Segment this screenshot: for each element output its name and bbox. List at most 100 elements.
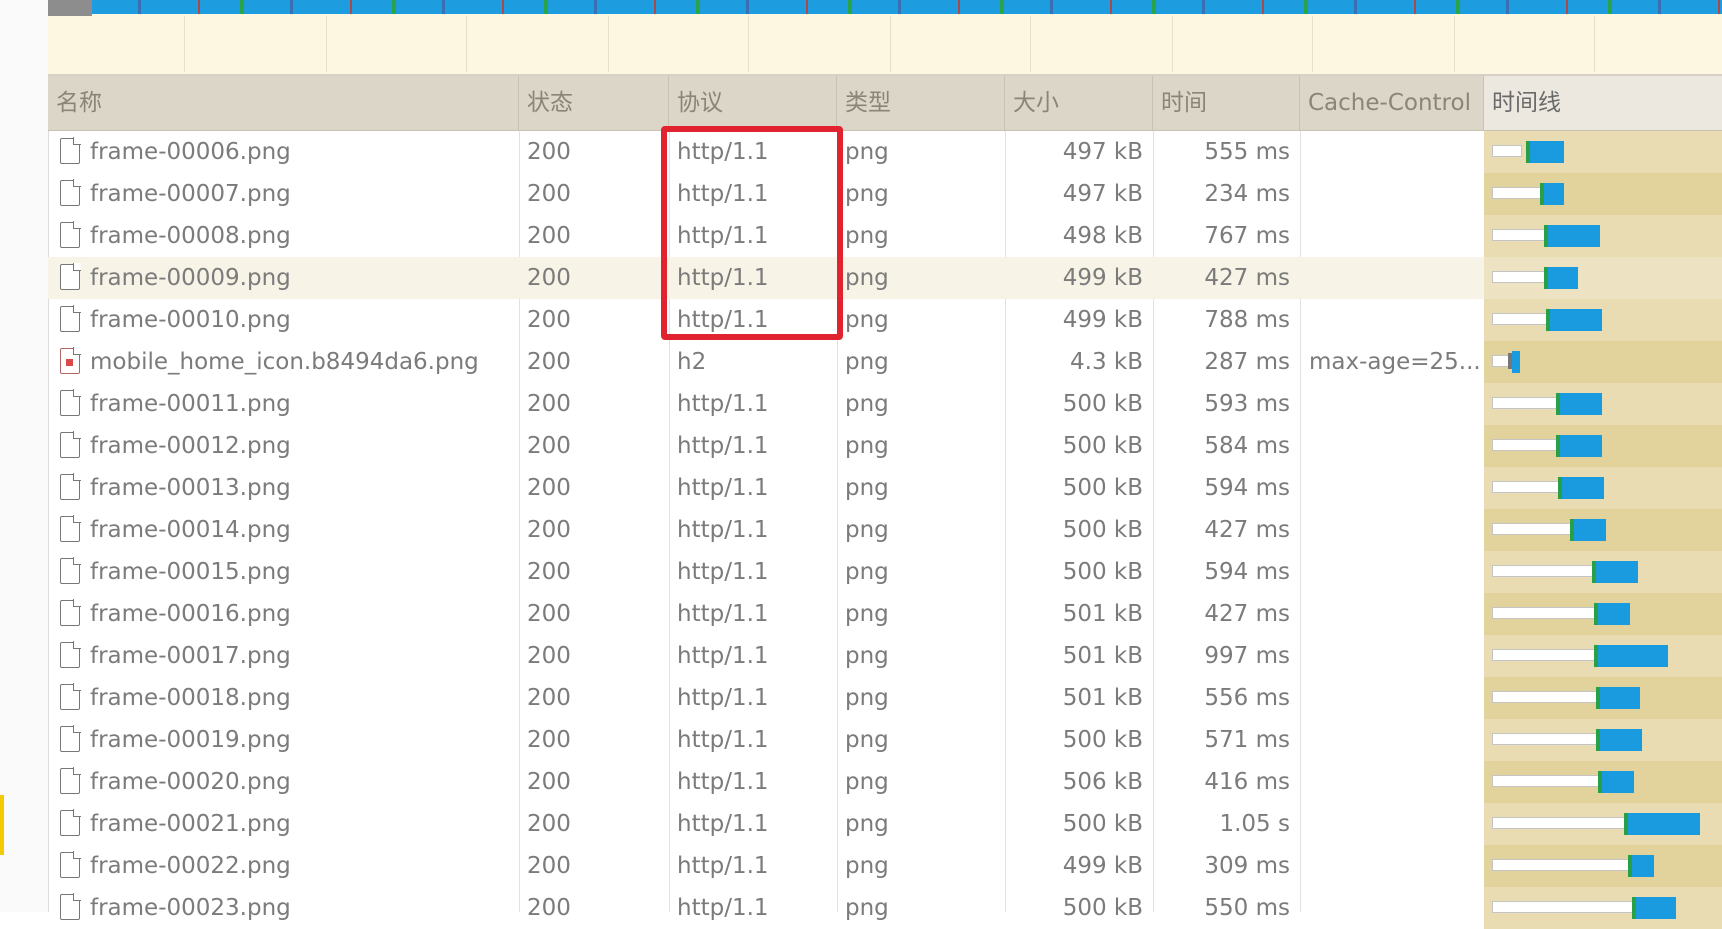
request-name-cell[interactable]: frame-00020.png	[48, 761, 519, 803]
timeline-waiting-bar	[1492, 817, 1626, 829]
type-cell: png	[845, 307, 889, 333]
timeline-waiting-bar	[1492, 859, 1630, 871]
size-cell: 499 kB	[1062, 853, 1143, 879]
column-header-name[interactable]: 名称	[48, 76, 519, 130]
size-cell: 4.3 kB	[1070, 349, 1143, 375]
timeline-cell[interactable]	[1484, 215, 1722, 257]
column-header-cache-control[interactable]: Cache-Control	[1300, 76, 1484, 130]
timeline-cell[interactable]	[1484, 677, 1722, 719]
file-icon	[60, 682, 81, 710]
table-row[interactable]: frame-00017.png 200 http/1.1 png 501 kB 997 m…	[48, 635, 1722, 677]
protocol-cell: http/1.1	[677, 391, 769, 417]
table-row[interactable]: frame-00007.png 200 http/1.1 png 497 kB 234 m…	[48, 173, 1722, 215]
request-name-cell[interactable]: frame-00012.png	[48, 425, 519, 467]
file-icon	[60, 304, 81, 332]
request-name-cell[interactable]: frame-00011.png	[48, 383, 519, 425]
timeline-cell[interactable]	[1484, 887, 1722, 929]
timeline-cell[interactable]	[1484, 509, 1722, 551]
request-name-cell[interactable]: frame-00018.png	[48, 677, 519, 719]
table-row[interactable]: frame-00019.png 200 http/1.1 png 500 kB 571 m…	[48, 719, 1722, 761]
timeline-cell[interactable]	[1484, 257, 1722, 299]
request-name-cell[interactable]: frame-00015.png	[48, 551, 519, 593]
table-row[interactable]: frame-00023.png 200 http/1.1 png 500 kB 550 m…	[48, 887, 1722, 929]
timeline-receive-bar	[1574, 519, 1606, 541]
table-row[interactable]: frame-00016.png 200 http/1.1 png 501 kB 427 m…	[48, 593, 1722, 635]
request-name-cell[interactable]: frame-00021.png	[48, 803, 519, 845]
status-cell: 200	[527, 265, 571, 291]
table-row[interactable]: frame-00021.png 200 http/1.1 png 500 kB 1.05 …	[48, 803, 1722, 845]
column-header-timeline[interactable]: 时间线	[1484, 76, 1722, 130]
timeline-cell[interactable]	[1484, 803, 1722, 845]
column-header-size[interactable]: 大小	[1005, 76, 1153, 130]
file-icon	[60, 850, 81, 878]
timeline-cell[interactable]	[1484, 635, 1722, 677]
table-row[interactable]: frame-00013.png 200 http/1.1 png 500 kB 594 m…	[48, 467, 1722, 509]
protocol-cell: http/1.1	[677, 265, 769, 291]
timeline-cell[interactable]	[1484, 551, 1722, 593]
request-name: frame-00009.png	[90, 265, 291, 291]
timeline-cell[interactable]	[1484, 341, 1722, 383]
timeline-cell[interactable]	[1484, 383, 1722, 425]
table-row[interactable]: frame-00006.png 200 http/1.1 png 497 kB 555 m…	[48, 131, 1722, 173]
protocol-cell: http/1.1	[677, 181, 769, 207]
timeline-cell[interactable]	[1484, 761, 1722, 803]
request-name-cell[interactable]: frame-00019.png	[48, 719, 519, 761]
timeline-receive-bar	[1512, 351, 1520, 373]
request-name-cell[interactable]: frame-00010.png	[48, 299, 519, 341]
table-row[interactable]: frame-00010.png 200 http/1.1 png 499 kB 788 m…	[48, 299, 1722, 341]
size-cell: 500 kB	[1062, 811, 1143, 837]
table-row[interactable]: mobile_home_icon.b8494da6.png 200 h2 png 4.3…	[48, 341, 1722, 383]
timeline-cell[interactable]	[1484, 593, 1722, 635]
request-name-cell[interactable]: frame-00016.png	[48, 593, 519, 635]
timeline-receive-bar	[1548, 225, 1600, 247]
request-name-cell[interactable]: frame-00006.png	[48, 131, 519, 173]
table-row[interactable]: frame-00009.png 200 http/1.1 png 499 kB 427 m…	[48, 257, 1722, 299]
request-name-cell[interactable]: frame-00023.png	[48, 887, 519, 929]
column-header-protocol[interactable]: 协议	[669, 76, 837, 130]
request-name-cell[interactable]: frame-00013.png	[48, 467, 519, 509]
table-row[interactable]: frame-00020.png 200 http/1.1 png 506 kB 416 m…	[48, 761, 1722, 803]
timeline-waiting-bar	[1492, 481, 1560, 493]
table-row[interactable]: frame-00011.png 200 http/1.1 png 500 kB 593 m…	[48, 383, 1722, 425]
column-header-type[interactable]: 类型	[837, 76, 1005, 130]
timeline-cell[interactable]	[1484, 845, 1722, 887]
timeline-waiting-bar	[1492, 397, 1558, 409]
request-name: frame-00017.png	[90, 643, 291, 669]
request-name-cell[interactable]: frame-00017.png	[48, 635, 519, 677]
request-name-cell[interactable]: frame-00009.png	[48, 257, 519, 299]
table-row[interactable]: frame-00008.png 200 http/1.1 png 498 kB 767 m…	[48, 215, 1722, 257]
table-row[interactable]: frame-00012.png 200 http/1.1 png 500 kB 584 m…	[48, 425, 1722, 467]
timeline-cell[interactable]	[1484, 719, 1722, 761]
timeline-receive-bar	[1628, 813, 1700, 835]
request-name-cell[interactable]: frame-00022.png	[48, 845, 519, 887]
network-overview-timeline[interactable]	[48, 0, 1722, 76]
size-cell: 500 kB	[1062, 391, 1143, 417]
cache-control-cell	[1300, 803, 1484, 845]
timeline-waiting-bar	[1492, 523, 1572, 535]
file-icon	[60, 514, 81, 542]
overview-divider	[1172, 16, 1173, 72]
table-row[interactable]: frame-00022.png 200 http/1.1 png 499 kB 309 m…	[48, 845, 1722, 887]
timeline-cell[interactable]	[1484, 467, 1722, 509]
timeline-cell[interactable]	[1484, 131, 1722, 173]
timeline-cell[interactable]	[1484, 173, 1722, 215]
column-header-time[interactable]: 时间	[1153, 76, 1300, 130]
table-row[interactable]: frame-00015.png 200 http/1.1 png 500 kB 594 m…	[48, 551, 1722, 593]
timeline-cell[interactable]	[1484, 425, 1722, 467]
timeline-cell[interactable]	[1484, 299, 1722, 341]
request-name-cell[interactable]: frame-00014.png	[48, 509, 519, 551]
request-name-cell[interactable]: mobile_home_icon.b8494da6.png	[48, 341, 519, 383]
table-row[interactable]: frame-00018.png 200 http/1.1 png 501 kB 556 m…	[48, 677, 1722, 719]
table-row[interactable]: frame-00014.png 200 http/1.1 png 500 kB 427 m…	[48, 509, 1722, 551]
column-header-status[interactable]: 状态	[519, 76, 669, 130]
timeline-receive-bar	[1600, 687, 1640, 709]
timeline-waiting-bar	[1492, 649, 1596, 661]
request-name-cell[interactable]: frame-00008.png	[48, 215, 519, 257]
time-cell: 427 ms	[1204, 601, 1290, 627]
cache-control-cell	[1300, 425, 1484, 467]
requests-table-header: 名称 状态 协议 类型 大小 时间 Cache-Control 时间线	[48, 76, 1722, 131]
cache-control-cell	[1300, 677, 1484, 719]
size-cell: 500 kB	[1062, 895, 1143, 921]
time-cell: 427 ms	[1204, 265, 1290, 291]
request-name-cell[interactable]: frame-00007.png	[48, 173, 519, 215]
